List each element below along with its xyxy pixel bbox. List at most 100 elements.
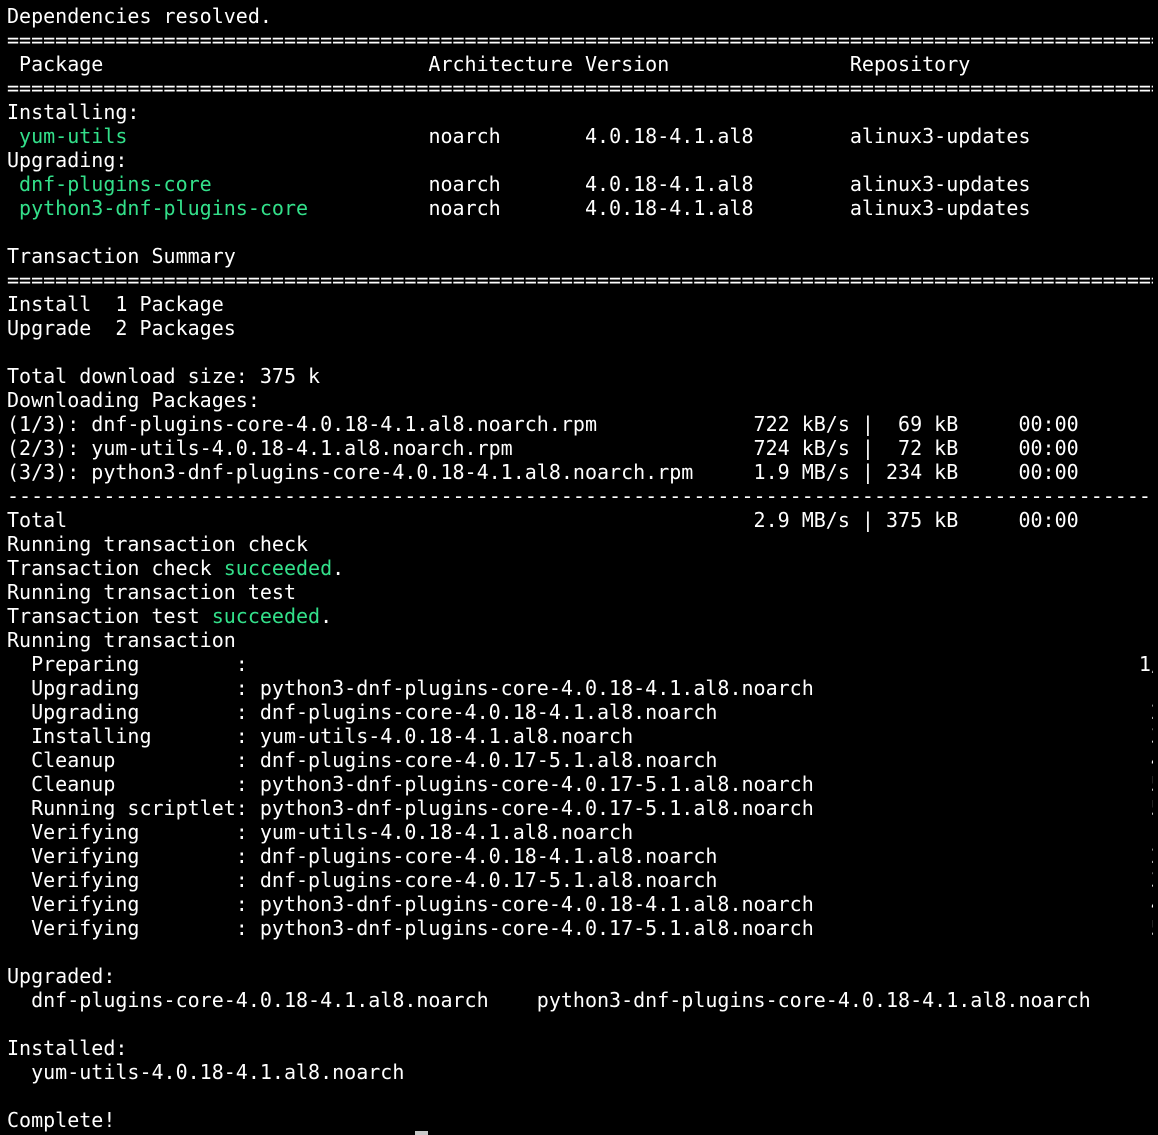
- terminal-line: Transaction Summary: [7, 244, 1153, 268]
- terminal-text: noarch 4.0.18-4.1.al8 alinux3-updates 72…: [127, 124, 1153, 148]
- terminal-text: noarch 4.0.18-4.1.al8 alinux3-updates 69…: [211, 172, 1153, 196]
- terminal-text: Running transaction check: [7, 532, 309, 556]
- terminal-line: Running transaction: [7, 628, 1153, 652]
- terminal-text: Dependencies resolved.: [7, 4, 272, 28]
- terminal-cursor: [415, 1131, 428, 1135]
- terminal-line: Running transaction check: [7, 532, 1153, 556]
- terminal-text: Verifying : yum-utils-4.0.18-4.1.al8.noa…: [7, 820, 1153, 844]
- terminal-line: Installed:: [7, 1036, 1153, 1060]
- terminal-line: ----------------------------------------…: [7, 484, 1153, 508]
- terminal-line: Verifying : dnf-plugins-core-4.0.18-4.1.…: [7, 844, 1153, 868]
- terminal-line: Transaction check succeeded.: [7, 556, 1153, 580]
- terminal-line: Verifying : dnf-plugins-core-4.0.17-5.1.…: [7, 868, 1153, 892]
- terminal-line: Dependencies resolved.: [7, 4, 1153, 28]
- terminal-line: ========================================…: [7, 76, 1153, 100]
- terminal-line: Installing:: [7, 100, 1153, 124]
- terminal-text: Verifying : dnf-plugins-core-4.0.17-5.1.…: [7, 868, 1153, 892]
- terminal-line: Running transaction test: [7, 580, 1153, 604]
- terminal-text: Running transaction: [7, 628, 236, 652]
- terminal-text: Running transaction test: [7, 580, 296, 604]
- terminal-line: Total 2.9 MB/s | 375 kB 00:00: [7, 508, 1153, 532]
- terminal-text: Complete!: [7, 1108, 116, 1132]
- terminal-text: dnf-plugins-core-4.0.18-4.1.al8.noarch p…: [7, 988, 1091, 1012]
- terminal-text: (3/3): python3-dnf-plugins-core-4.0.18-4…: [7, 460, 1079, 484]
- highlighted-text: succeeded: [223, 556, 333, 580]
- terminal-line: Transaction test succeeded.: [7, 604, 1153, 628]
- terminal-line: dnf-plugins-core-4.0.18-4.1.al8.noarch p…: [7, 988, 1153, 1012]
- terminal-line: ========================================…: [7, 268, 1153, 292]
- terminal-text: Total download size: 375 k: [7, 364, 321, 388]
- terminal-text: ========================================…: [7, 28, 1153, 52]
- terminal-line: Upgrade 2 Packages: [7, 316, 1153, 340]
- terminal-text: ========================================…: [7, 268, 1153, 292]
- terminal-text: Package Architecture Version Repository …: [7, 52, 1153, 76]
- terminal-text: Install 1 Package: [7, 292, 224, 316]
- terminal-line: Running scriptlet: python3-dnf-plugins-c…: [7, 796, 1153, 820]
- terminal-text: Total 2.9 MB/s | 375 kB 00:00: [7, 508, 1079, 532]
- terminal-line: yum-utils noarch 4.0.18-4.1.al8 alinux3-…: [7, 124, 1153, 148]
- terminal-line: Total download size: 375 k: [7, 364, 1153, 388]
- terminal-line: Upgrading:: [7, 148, 1153, 172]
- terminal-text: ----------------------------------------…: [7, 484, 1153, 508]
- terminal-text: Upgraded:: [7, 964, 116, 988]
- terminal-text: yum-utils-4.0.18-4.1.al8.noarch: [7, 1060, 405, 1084]
- terminal-line: Preparing : 1/1: [7, 652, 1153, 676]
- terminal-line: (3/3): python3-dnf-plugins-core-4.0.18-4…: [7, 460, 1153, 484]
- terminal-text: Running scriptlet: python3-dnf-plugins-c…: [7, 796, 1153, 820]
- highlighted-text: yum-utils: [19, 124, 128, 148]
- terminal-text: Verifying : python3-dnf-plugins-core-4.0…: [7, 892, 1153, 916]
- terminal-text: .: [320, 604, 333, 628]
- terminal-line: Package Architecture Version Repository …: [7, 52, 1153, 76]
- terminal-line: Verifying : python3-dnf-plugins-core-4.0…: [7, 916, 1153, 940]
- terminal-line: Installing : yum-utils-4.0.18-4.1.al8.no…: [7, 724, 1153, 748]
- highlighted-text: dnf-plugins-core: [19, 172, 212, 196]
- terminal-text: Transaction check: [7, 556, 224, 580]
- terminal-line: Cleanup : python3-dnf-plugins-core-4.0.1…: [7, 772, 1153, 796]
- terminal-text: Preparing : 1/1: [7, 652, 1153, 676]
- terminal-text: (1/3): dnf-plugins-core-4.0.18-4.1.al8.n…: [7, 412, 1079, 436]
- highlighted-text: succeeded: [211, 604, 321, 628]
- terminal-line: Upgrading : python3-dnf-plugins-core-4.0…: [7, 676, 1153, 700]
- terminal-text: Cleanup : python3-dnf-plugins-core-4.0.1…: [7, 772, 1153, 796]
- terminal-line: Complete!: [7, 1108, 1153, 1132]
- terminal-line: yum-utils-4.0.18-4.1.al8.noarch: [7, 1060, 1153, 1084]
- terminal-text: Downloading Packages:: [7, 388, 260, 412]
- terminal-text: Cleanup : dnf-plugins-core-4.0.17-5.1.al…: [7, 748, 1153, 772]
- highlighted-text: python3-dnf-plugins-core: [19, 196, 309, 220]
- terminal-line: dnf-plugins-core noarch 4.0.18-4.1.al8 a…: [7, 172, 1153, 196]
- terminal-line: ========================================…: [7, 28, 1153, 52]
- terminal-line: Verifying : python3-dnf-plugins-core-4.0…: [7, 892, 1153, 916]
- terminal-line: Verifying : yum-utils-4.0.18-4.1.al8.noa…: [7, 820, 1153, 844]
- terminal-line: Downloading Packages:: [7, 388, 1153, 412]
- terminal-text: Installing : yum-utils-4.0.18-4.1.al8.no…: [7, 724, 1153, 748]
- terminal-text: Verifying : dnf-plugins-core-4.0.18-4.1.…: [7, 844, 1153, 868]
- terminal-text: Installed:: [7, 1036, 128, 1060]
- terminal-line: Cleanup : dnf-plugins-core-4.0.17-5.1.al…: [7, 748, 1153, 772]
- terminal-text: noarch 4.0.18-4.1.al8 alinux3-updates 23…: [308, 196, 1153, 220]
- terminal-text: Upgrading : dnf-plugins-core-4.0.18-4.1.…: [7, 700, 1153, 724]
- terminal-text: Transaction test: [7, 604, 212, 628]
- terminal-line: (2/3): yum-utils-4.0.18-4.1.al8.noarch.r…: [7, 436, 1153, 460]
- terminal-line: Install 1 Package: [7, 292, 1153, 316]
- terminal-line: (1/3): dnf-plugins-core-4.0.18-4.1.al8.n…: [7, 412, 1153, 436]
- terminal-text: Upgrading : python3-dnf-plugins-core-4.0…: [7, 676, 1153, 700]
- terminal-output: Dependencies resolved. ==================…: [7, 4, 1153, 1132]
- terminal-text: Upgrading:: [7, 148, 128, 172]
- terminal-text: (2/3): yum-utils-4.0.18-4.1.al8.noarch.r…: [7, 436, 1079, 460]
- terminal-line: python3-dnf-plugins-core noarch 4.0.18-4…: [7, 196, 1153, 220]
- terminal-text: Upgrade 2 Packages: [7, 316, 236, 340]
- terminal-text: Verifying : python3-dnf-plugins-core-4.0…: [7, 916, 1153, 940]
- terminal-text: Installing:: [7, 100, 140, 124]
- terminal-text: ========================================…: [7, 76, 1153, 100]
- terminal-text: .: [332, 556, 345, 580]
- terminal-text: Transaction Summary: [7, 244, 236, 268]
- terminal-line: Upgrading : dnf-plugins-core-4.0.18-4.1.…: [7, 700, 1153, 724]
